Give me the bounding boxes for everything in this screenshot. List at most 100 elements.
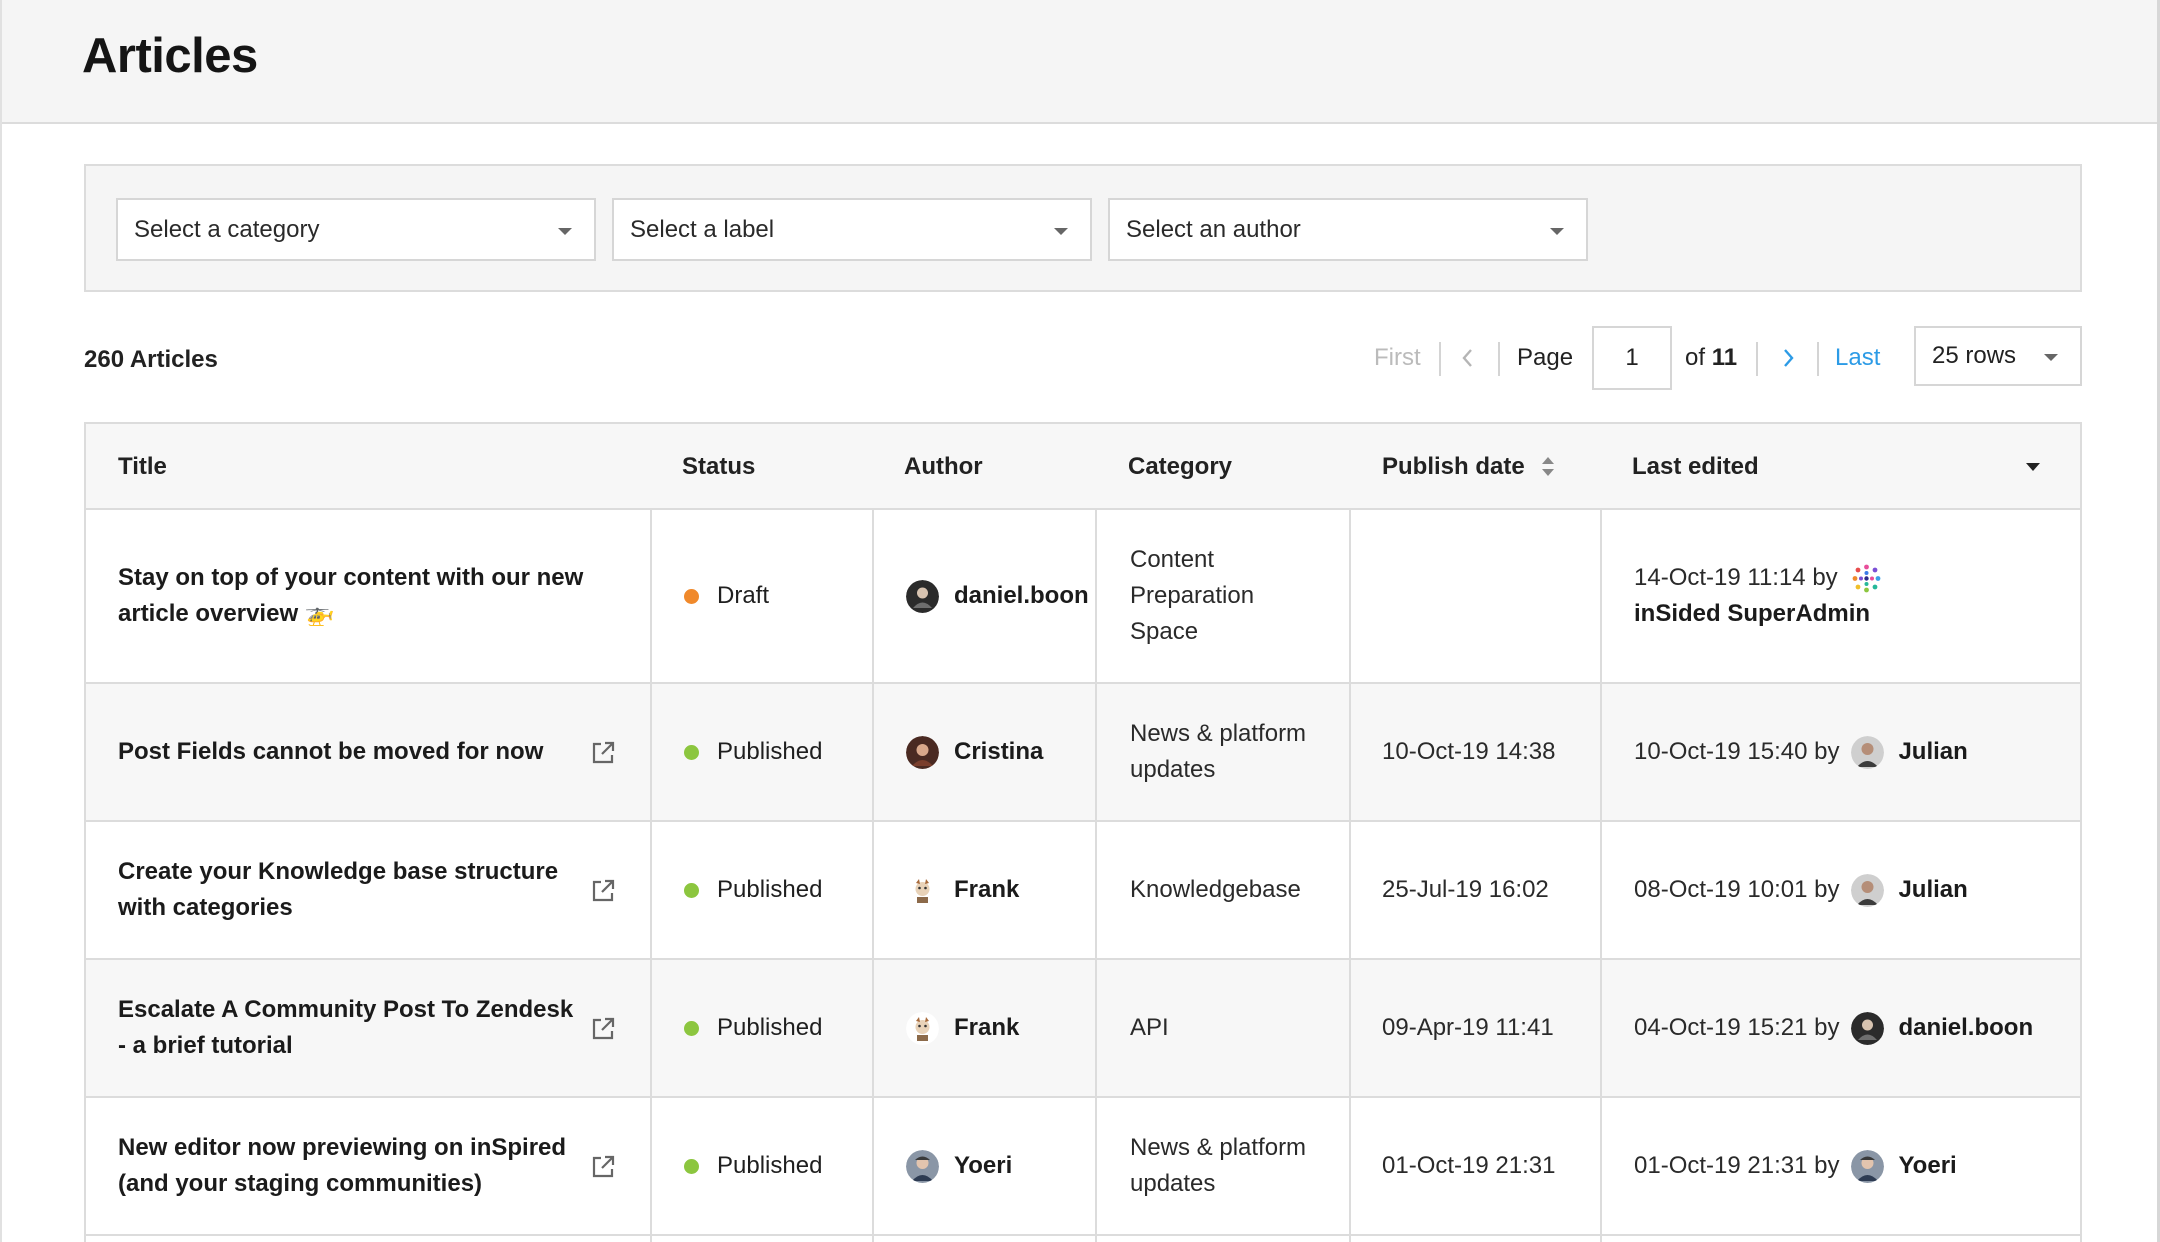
edited-line: 01-Oct-19 21:31 by Yoeri xyxy=(1634,1148,1957,1184)
external-link-icon[interactable] xyxy=(590,878,616,904)
label-select[interactable]: Select a label xyxy=(612,198,1092,261)
chevron-down-icon xyxy=(2044,354,2058,361)
editor-name[interactable]: Yoeri xyxy=(1898,1148,1956,1184)
prev-page-button[interactable] xyxy=(1460,326,1476,390)
category-text: Content Preparation Space xyxy=(1130,546,1255,645)
title-cell: Create your Knowledge base structure wit… xyxy=(118,822,588,958)
column-divider xyxy=(1349,684,1351,820)
article-title[interactable]: Post Fields cannot be moved for now xyxy=(118,734,588,770)
edited-date: 10-Oct-19 15:40 by xyxy=(1634,738,1840,765)
rows-per-page-select[interactable]: 25 rows xyxy=(1914,326,2082,386)
divider xyxy=(1817,342,1819,376)
column-divider xyxy=(650,1098,652,1234)
publish-date-cell: 09-Apr-19 11:41 xyxy=(1382,960,1554,1096)
last-edited-cell: 08-Oct-19 10:01 by Julian xyxy=(1634,822,1968,958)
avatar xyxy=(1851,873,1885,907)
table-row[interactable]: Create your Knowledge base structure wit… xyxy=(86,822,2080,960)
column-divider xyxy=(1095,1236,1097,1242)
author-name[interactable]: daniel.boon xyxy=(954,578,1089,614)
column-publish-date[interactable]: Publish date xyxy=(1382,424,1555,510)
sort-icon[interactable] xyxy=(1541,455,1555,479)
table-row[interactable]: New editor now previewing on inSpired (a… xyxy=(86,1098,2080,1236)
column-divider xyxy=(1095,510,1097,682)
external-link-icon[interactable] xyxy=(590,1016,616,1042)
publish-date-cell: 01-Oct-19 21:31 xyxy=(1382,1098,1555,1234)
column-divider xyxy=(872,1098,874,1234)
column-divider xyxy=(650,1236,652,1242)
last-page-link[interactable]: Last xyxy=(1835,326,1880,390)
article-title[interactable]: New editor now previewing on inSpired (a… xyxy=(118,1130,578,1202)
status-cell: Draft xyxy=(684,510,769,682)
article-title[interactable]: Create your Knowledge base structure wit… xyxy=(118,854,588,926)
page-header: Articles xyxy=(2,0,2157,124)
page-number-input[interactable] xyxy=(1592,326,1672,390)
author-name[interactable]: Frank xyxy=(954,872,1019,908)
author-select[interactable]: Select an author xyxy=(1108,198,1588,261)
title-cell: Stay on top of your content with our new… xyxy=(118,510,588,682)
pagination: First Page of 11 Last xyxy=(2,326,2157,390)
author-name[interactable]: Frank xyxy=(954,1010,1019,1046)
status-dot-icon xyxy=(684,1020,699,1036)
column-menu-caret-icon[interactable] xyxy=(2026,463,2040,471)
articles-table: Title Status Author Category Publish dat… xyxy=(84,422,2082,1242)
column-divider xyxy=(1600,510,1602,682)
author-name[interactable]: Yoeri xyxy=(954,1148,1012,1184)
table-row[interactable]: Escalate A Community Post To Zendesk - a… xyxy=(86,960,2080,1098)
editor-name[interactable]: inSided SuperAdmin xyxy=(1634,596,1870,632)
status-dot-icon xyxy=(684,744,699,760)
column-divider xyxy=(1600,1236,1602,1242)
articles-page: Articles Select a category Select a labe… xyxy=(0,0,2160,1242)
status-dot-icon xyxy=(684,588,699,604)
publish-date-text: 01-Oct-19 21:31 xyxy=(1382,1152,1556,1179)
editor-name[interactable]: daniel.boon xyxy=(1898,1010,2033,1046)
column-divider xyxy=(1349,510,1351,682)
table-row[interactable] xyxy=(86,1236,2080,1242)
category-text: News & platform updates xyxy=(1130,1134,1307,1197)
column-divider xyxy=(1600,822,1602,958)
category-cell: News & platform updates xyxy=(1130,684,1330,820)
table-header: Title Status Author Category Publish dat… xyxy=(86,424,2080,510)
category-select-label: Select a category xyxy=(134,215,320,243)
publish-date-text: 10-Oct-19 14:38 xyxy=(1382,738,1556,765)
first-page-link[interactable]: First xyxy=(1374,326,1421,390)
column-divider xyxy=(1349,1098,1351,1234)
column-author[interactable]: Author xyxy=(904,424,983,510)
column-category[interactable]: Category xyxy=(1128,424,1232,510)
last-edited-cell: 14-Oct-19 11:14 by inSided SuperAdmin xyxy=(1634,510,1897,682)
external-link-icon[interactable] xyxy=(590,740,616,766)
author-cell: daniel.boon xyxy=(906,510,1089,682)
edited-line: 08-Oct-19 10:01 by Julian xyxy=(1634,872,1968,908)
chevron-left-icon xyxy=(1462,349,1472,367)
column-divider xyxy=(1349,1236,1351,1242)
page-title: Articles xyxy=(82,29,258,83)
category-text: News & platform updates xyxy=(1130,720,1307,783)
edited-line: 04-Oct-19 15:21 by daniel.boon xyxy=(1634,1010,2033,1046)
divider xyxy=(1756,342,1758,376)
chevron-right-icon xyxy=(1784,349,1794,367)
editor-name[interactable]: Julian xyxy=(1898,734,1967,770)
article-title[interactable]: Stay on top of your content with our new… xyxy=(118,560,588,632)
column-divider xyxy=(1095,684,1097,820)
category-select[interactable]: Select a category xyxy=(116,198,596,261)
title-cell: Escalate A Community Post To Zendesk - a… xyxy=(118,960,578,1096)
column-divider xyxy=(650,510,652,682)
author-cell: Yoeri xyxy=(906,1098,1012,1234)
column-status[interactable]: Status xyxy=(682,424,755,510)
avatar xyxy=(906,735,939,769)
status-dot-icon xyxy=(684,882,699,898)
external-link-icon[interactable] xyxy=(590,1154,616,1180)
author-name[interactable]: Cristina xyxy=(954,734,1043,770)
table-row[interactable]: Post Fields cannot be moved for now Publ… xyxy=(86,684,2080,822)
chevron-down-icon xyxy=(1054,228,1068,235)
publish-date-cell: 10-Oct-19 14:38 xyxy=(1382,684,1555,820)
article-title[interactable]: Escalate A Community Post To Zendesk - a… xyxy=(118,992,578,1064)
column-title[interactable]: Title xyxy=(118,424,167,510)
avatar xyxy=(1851,1149,1885,1183)
next-page-button[interactable] xyxy=(1780,326,1796,390)
column-divider xyxy=(1600,684,1602,820)
table-row[interactable]: Stay on top of your content with our new… xyxy=(86,510,2080,684)
column-last-edited[interactable]: Last edited xyxy=(1632,424,1759,510)
last-edited-cell: 04-Oct-19 15:21 by daniel.boon xyxy=(1634,960,2033,1096)
editor-name[interactable]: Julian xyxy=(1898,872,1967,908)
column-divider xyxy=(1095,960,1097,1096)
